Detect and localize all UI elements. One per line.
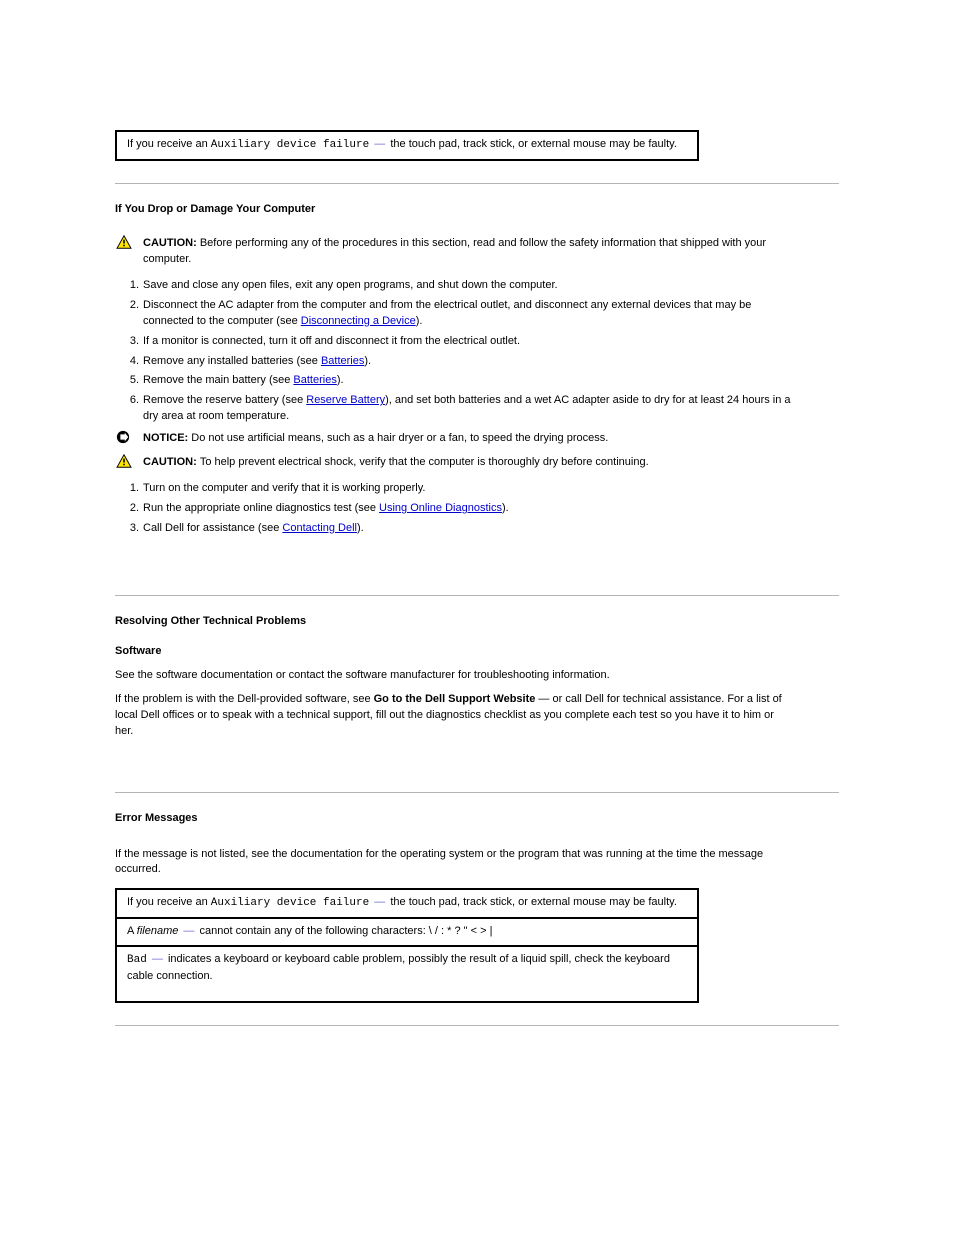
step-item: Save and close any open files, exit any … [143,278,795,294]
step-text-post: ). [357,522,364,534]
step-text: If a monitor is connected, turn it off a… [143,335,520,347]
message-row: If you receive an Auxiliary device failu… [117,890,697,919]
message-row: If you receive an Auxiliary device failu… [117,132,697,159]
divider [115,792,839,793]
step-item: Remove any installed batteries (see Batt… [143,354,795,370]
message-row: Bad — indicates a keyboard or keyboard c… [117,947,697,1001]
step-text: Save and close any open files, exit any … [143,279,558,291]
row-text-pre: A [127,925,137,937]
step-text: Turn on the computer and verify that it … [143,482,425,494]
row-code: Auxiliary device failure [211,897,369,909]
row-text-post: cannot contain any of the following char… [200,925,493,937]
step-item: Disconnect the AC adapter from the compu… [143,298,795,330]
notice-label: NOTICE: [143,432,191,444]
section-title-damage: If You Drop or Damage Your Computer [115,202,795,218]
link-batteries[interactable]: Batteries [293,374,336,386]
step-list-2: Turn on the computer and verify that it … [115,481,795,537]
dash-icon: — [149,953,166,965]
step-text-post: ). [416,315,423,327]
caution-label: CAUTION: [143,237,200,249]
message-box-top: If you receive an Auxiliary device failu… [115,130,699,161]
error-messages-table: If you receive an Auxiliary device failu… [115,888,699,1003]
step-text-pre: Remove the main battery (see [143,374,293,386]
step-item: Turn on the computer and verify that it … [143,481,795,497]
divider [115,1025,839,1026]
step-item: Call Dell for assistance (see Contacting… [143,521,795,537]
link-reserve-battery[interactable]: Reserve Battery [306,394,385,406]
warning-triangle-icon [115,454,133,468]
link-disconnecting-device[interactable]: Disconnecting a Device [301,315,416,327]
step-item: Remove the reserve battery (see Reserve … [143,393,795,425]
row-text-pre: If you receive an [127,896,211,908]
paragraph: If the message is not listed, see the do… [115,847,795,879]
warning-triangle-icon [115,235,133,249]
step-text-post: ). [502,502,509,514]
row-text-post: the touch pad, track stick, or external … [390,138,677,150]
step-item: If a monitor is connected, turn it off a… [143,334,795,350]
step-item: Remove the main battery (see Batteries). [143,373,795,389]
row-text-post: the touch pad, track stick, or external … [390,896,677,908]
row-text-pre: If you receive an [127,138,211,150]
section-title-other-problems: Resolving Other Technical Problems [115,614,795,630]
step-text-post: ). [364,355,371,367]
step-list-1: Save and close any open files, exit any … [115,278,795,426]
paragraph: If the problem is with the Dell-provided… [115,692,795,740]
step-text-post: ). [337,374,344,386]
row-text-post: indicates a keyboard or keyboard cable p… [127,953,670,982]
caution-text: Before performing any of the procedures … [143,237,766,265]
step-text-pre: Remove the reserve battery (see [143,394,306,406]
step-text-pre: Remove any installed batteries (see [143,355,321,367]
step-item: Run the appropriate online diagnostics t… [143,501,795,517]
caution2-label: CAUTION: [143,456,200,468]
section-title-error-messages: Error Messages [115,811,795,827]
step-text-pre: Run the appropriate online diagnostics t… [143,502,379,514]
row-code: Auxiliary device failure [211,139,369,151]
dash-icon: — [371,138,388,150]
notice-callout: NOTICE: Do not use artificial means, suc… [115,429,795,449]
dash-icon: — [180,925,197,937]
notice-text: Do not use artificial means, such as a h… [191,432,608,444]
link-contacting-dell[interactable]: Contacting Dell [282,522,357,534]
step-text-pre: Disconnect the AC adapter from the compu… [143,299,751,327]
divider [115,183,839,184]
subsection-software: Software [115,644,795,660]
para-bold: Go to the Dell Support Website [374,693,536,705]
link-online-diagnostics[interactable]: Using Online Diagnostics [379,502,502,514]
row-var: filename [137,925,179,937]
message-row: A filename — cannot contain any of the f… [117,919,697,947]
para-pre: If the problem is with the Dell-provided… [115,693,374,705]
dash-icon: — [371,896,388,908]
caution-callout: CAUTION: Before performing any of the pr… [115,234,795,270]
paragraph: See the software documentation or contac… [115,668,795,684]
caution-callout-2: CAUTION: To help prevent electrical shoc… [115,453,795,473]
notice-arrow-icon [116,430,130,444]
caution2-text: To help prevent electrical shock, verify… [200,456,649,468]
row-code: Bad [127,954,147,966]
divider [115,595,839,596]
link-batteries[interactable]: Batteries [321,355,364,367]
step-text-pre: Call Dell for assistance (see [143,522,282,534]
